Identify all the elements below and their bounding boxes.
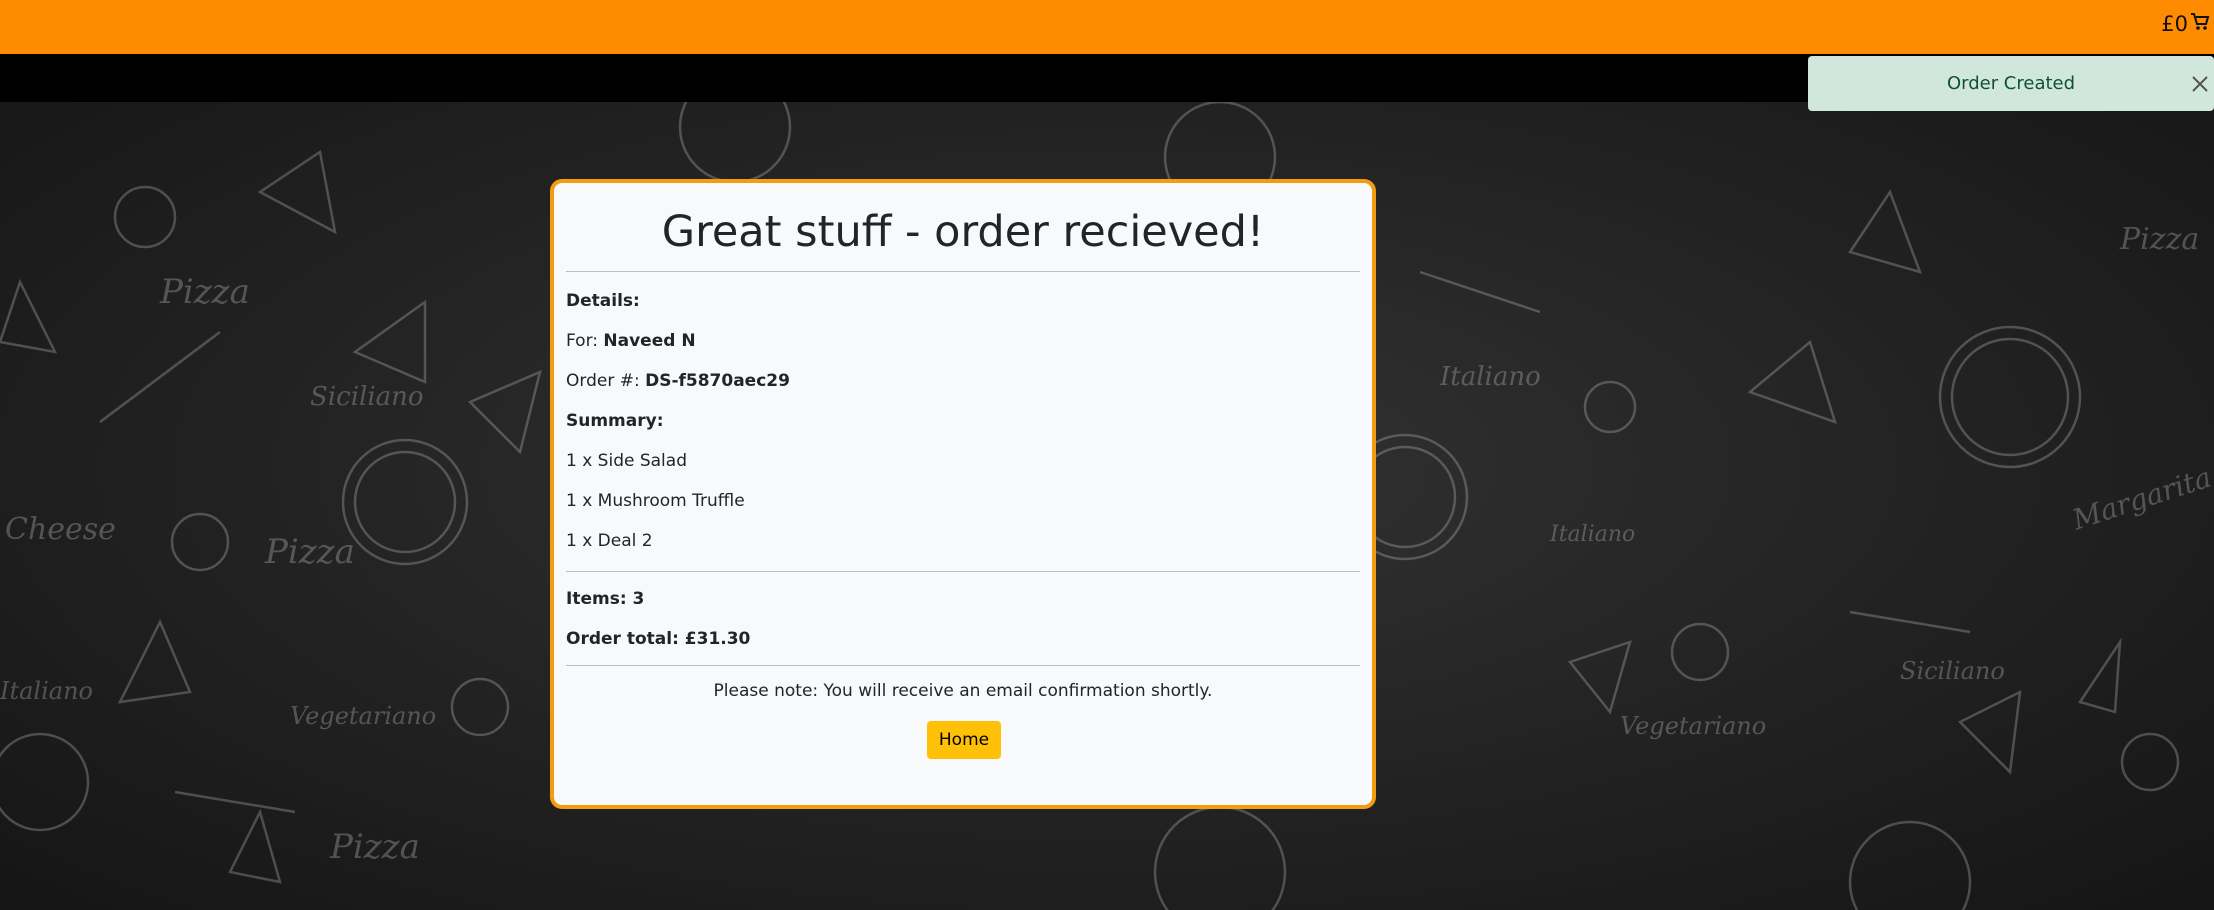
close-icon[interactable] [2186,70,2214,98]
order-item: 1 x Side Salad [566,451,687,471]
order-number-line: Order #: DS-f5870aec29 [566,371,790,391]
home-button[interactable]: Home [927,721,1001,759]
order-number-label: Order #: [566,371,640,391]
top-bar: £0 [0,0,2214,54]
order-total: Order total: £31.30 [566,629,751,649]
order-item: 1 x Deal 2 [566,531,653,551]
toast-message: Order Created [1946,73,2076,94]
divider [566,271,1360,272]
divider [566,665,1360,666]
order-item: 1 x Mushroom Truffle [566,491,745,511]
cart-total: £0 [2161,12,2188,36]
for-label: For: [566,331,598,351]
cart-icon [2190,12,2210,37]
customer-name: Naveed N [603,331,696,351]
summary-label: Summary: [566,411,664,431]
order-number: DS-f5870aec29 [645,371,790,391]
email-note: Please note: You will receive an email c… [713,681,1213,701]
order-created-toast: Order Created [1808,56,2214,111]
order-confirmation-card: Great stuff - order recieved! Details: F… [550,179,1376,809]
page-title: Great stuff - order recieved! [661,207,1265,257]
divider [566,571,1360,572]
details-label: Details: [566,291,640,311]
items-count: Items: 3 [566,589,645,609]
customer-line: For: Naveed N [566,331,696,351]
cart-link[interactable]: £0 [2161,9,2210,39]
